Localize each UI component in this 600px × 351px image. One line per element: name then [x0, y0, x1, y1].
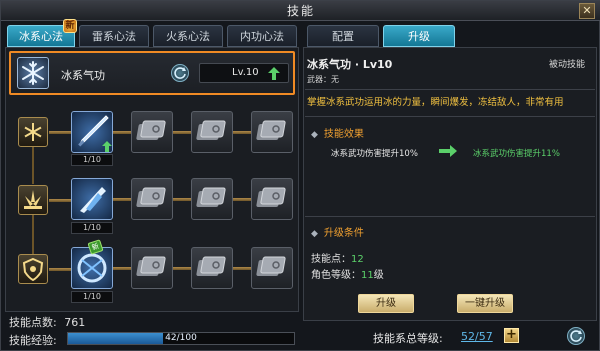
skill-exp-label: 技能经验: — [9, 334, 57, 347]
locked-skill-icon[interactable] — [251, 178, 293, 220]
shield-badge-icon — [18, 254, 48, 284]
effect-next: 冰系武功伤害提升11% — [473, 149, 560, 159]
total-level-label: 技能系总等级: — [373, 332, 443, 345]
skill-points: 技能点数: 761 — [9, 314, 85, 330]
locked-skill-icon[interactable] — [131, 247, 173, 289]
tab-fire[interactable]: 火系心法 — [153, 25, 223, 47]
effect-heading: ◆ 技能效果 — [311, 125, 364, 140]
req-level: 角色等级：11级 — [311, 266, 384, 281]
locked-skill-icon[interactable] — [191, 178, 233, 220]
new-badge-icon: 新 — [63, 19, 77, 33]
tree-connector — [173, 131, 191, 134]
window-title: 技能 — [1, 1, 600, 21]
upgrade-button[interactable]: 升级 — [358, 294, 414, 313]
tree-connector — [233, 131, 251, 134]
tab-config[interactable]: 配置 — [307, 25, 379, 47]
ice-shard-icon[interactable] — [71, 178, 113, 220]
req-points-label: 技能点： — [311, 254, 351, 265]
detail-passive: 被动技能 — [548, 60, 585, 70]
add-button[interactable]: + — [504, 328, 519, 343]
locked-skill-icon[interactable] — [131, 111, 173, 153]
spike-burst-icon — [18, 185, 48, 215]
tab-inner[interactable]: 内功心法 — [227, 25, 297, 47]
node-upgrade-arrow-icon — [102, 141, 112, 152]
node-level-count: 1/10 — [71, 291, 113, 303]
requirement-heading: ◆ 升级条件 — [311, 224, 364, 239]
requirement-heading-text: 升级条件 — [323, 228, 364, 239]
node-level-count: 1/10 — [71, 222, 113, 234]
tree-connector — [113, 198, 131, 201]
tree-vertical-connector — [32, 214, 34, 254]
one-click-upgrade-button[interactable]: 一键升级 — [457, 294, 513, 313]
tree-connector — [49, 268, 71, 271]
tree-connector — [49, 199, 71, 202]
detail-description: 掌握冰系武功运用冰的力量，瞬间爆发，冻结敌人，非常有用 — [307, 97, 564, 108]
refresh-icon[interactable] — [567, 327, 585, 345]
skill-points-label: 技能点数: — [9, 316, 57, 329]
divider — [305, 89, 595, 90]
req-points-value: 12 — [351, 254, 364, 265]
locked-skill-icon[interactable] — [131, 178, 173, 220]
close-button[interactable]: ✕ — [579, 3, 595, 19]
detail-title: 冰系气功 · Lv10 — [307, 58, 393, 71]
skill-exp-text: 42/100 — [165, 333, 197, 343]
diamond-icon: ◆ — [311, 130, 318, 140]
detail-weapon: 武器：无 — [307, 75, 339, 84]
divider — [305, 116, 595, 117]
locked-skill-icon[interactable] — [251, 247, 293, 289]
skill-exp-bar: 42/100 — [67, 332, 295, 345]
skill-window: 技能 ✕ 冰系心法 新 雷系心法 火系心法 内功心法 冰系气功 Lv.10 1/… — [0, 0, 600, 351]
req-skill-points: 技能点：12 — [311, 250, 364, 265]
snowflake-icon — [17, 57, 49, 89]
tree-vertical-connector — [32, 144, 34, 184]
tree-connector — [113, 131, 131, 134]
selected-skill-name: 冰系气功 — [61, 69, 105, 82]
tab-upgrade[interactable]: 升级 — [383, 25, 455, 47]
req-level-value: 11 — [361, 270, 374, 281]
diamond-icon: ◆ — [311, 229, 318, 239]
skill-points-value: 761 — [64, 316, 86, 329]
selected-skill-card[interactable]: 冰系气功 Lv.10 — [9, 51, 295, 95]
total-level-value[interactable]: 52/57 — [461, 330, 493, 343]
locked-skill-icon[interactable] — [251, 111, 293, 153]
locked-skill-icon[interactable] — [191, 247, 233, 289]
tree-connector — [173, 198, 191, 201]
tree-connector — [49, 131, 71, 134]
arrow-right-icon — [439, 145, 457, 157]
level-box: Lv.10 — [199, 63, 289, 83]
refresh-icon[interactable] — [171, 64, 189, 82]
tree-connector — [233, 267, 251, 270]
effect-row: 冰系武功伤害提升10% 冰系武功伤害提升11% — [307, 143, 593, 163]
req-level-suffix: 级 — [373, 270, 384, 281]
effect-heading-text: 技能效果 — [323, 129, 364, 140]
effect-current: 冰系武功伤害提升10% — [331, 149, 418, 159]
tree-connector — [113, 267, 131, 270]
level-value: Lv.10 — [232, 67, 259, 78]
divider — [305, 216, 595, 217]
node-level-count: 1/10 — [71, 154, 113, 166]
snowflake-badge-icon — [18, 117, 48, 147]
upgrade-arrow-icon — [268, 67, 280, 80]
tree-connector — [173, 267, 191, 270]
tree-connector — [233, 198, 251, 201]
req-level-label: 角色等级： — [311, 270, 361, 281]
tab-thunder[interactable]: 雷系心法 — [79, 25, 149, 47]
locked-skill-icon[interactable] — [191, 111, 233, 153]
